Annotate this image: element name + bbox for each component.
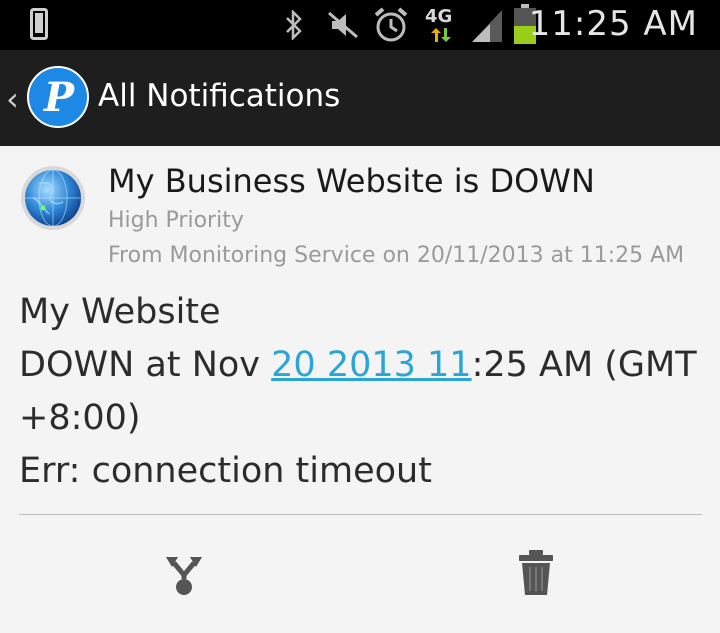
share-icon: [166, 557, 202, 595]
alarm-icon: [374, 7, 408, 42]
status-time: 11:25 AM: [528, 4, 698, 44]
delete-button[interactable]: [504, 541, 568, 605]
signal-icon: [472, 10, 502, 42]
divider: [19, 514, 702, 515]
priority-label: High Priority: [108, 208, 244, 233]
page-title: All Notifications: [98, 78, 341, 114]
globe-icon: [21, 166, 85, 230]
trash-icon: [519, 550, 553, 595]
body-line-2: DOWN at Nov 20 2013 11:25 AM (GMT: [19, 339, 709, 392]
mute-icon: [328, 11, 358, 39]
back-chevron-icon[interactable]: ‹: [6, 80, 19, 118]
4g-icon: 4G: [424, 6, 458, 44]
date-link[interactable]: 20 2013 11: [271, 345, 471, 385]
body-text: :25 AM (GMT: [471, 345, 697, 385]
notification-detail: My Business Website is DOWN High Priorit…: [0, 146, 720, 633]
notification-body: My Website DOWN at Nov 20 2013 11:25 AM …: [19, 286, 709, 498]
bluetooth-icon: [286, 10, 302, 40]
share-button[interactable]: [152, 541, 216, 605]
phone-icon: [30, 8, 48, 40]
body-line-4: Err: connection timeout: [19, 451, 432, 491]
body-line-3: +8:00): [19, 398, 141, 438]
svg-text:P: P: [43, 74, 76, 121]
body-text: DOWN at Nov: [19, 345, 272, 385]
notification-title: My Business Website is DOWN: [108, 162, 595, 200]
status-bar: 4G 11:25 AM: [0, 0, 720, 50]
app-logo-icon[interactable]: P: [26, 65, 90, 129]
body-line-1: My Website: [19, 292, 221, 332]
action-bar: ‹ P All Notifications: [0, 50, 720, 146]
notification-meta: From Monitoring Service on 20/11/2013 at…: [108, 243, 685, 268]
